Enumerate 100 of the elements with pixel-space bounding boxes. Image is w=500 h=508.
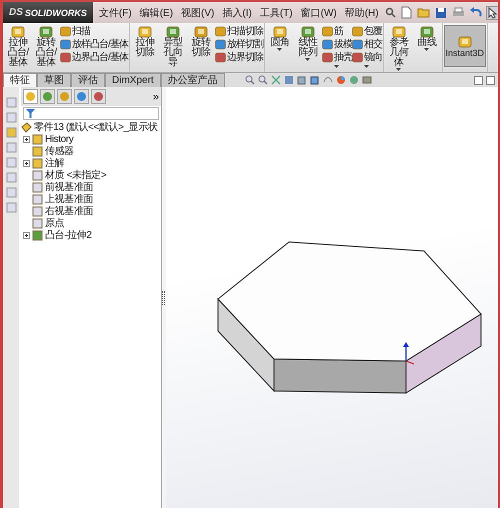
feature-icon bbox=[322, 39, 333, 50]
ribbon-button[interactable]: Instant3D bbox=[444, 25, 486, 67]
panel-tab-icon[interactable] bbox=[91, 89, 106, 104]
panel-tab-icon[interactable] bbox=[74, 89, 89, 104]
menu-item[interactable]: 文件(F) bbox=[98, 6, 132, 20]
feature-icon bbox=[322, 52, 333, 63]
menu-item[interactable]: 插入(I) bbox=[222, 6, 252, 20]
save-icon[interactable] bbox=[434, 6, 447, 18]
feature-icon bbox=[352, 26, 363, 37]
tool-icon[interactable] bbox=[6, 187, 16, 198]
feature-icon bbox=[32, 194, 43, 204]
ribbon-button[interactable]: 扫描 bbox=[60, 25, 128, 38]
ribbon-button[interactable]: 旋转切除 bbox=[186, 25, 215, 58]
expand-icon[interactable] bbox=[23, 136, 30, 142]
tree-item[interactable]: 零件13 (默认<<默认>_显示状 bbox=[21, 121, 158, 133]
ribbon-button[interactable]: 扫描切除 bbox=[214, 25, 263, 38]
tool-icon[interactable] bbox=[6, 127, 16, 138]
expand-icon[interactable] bbox=[23, 160, 30, 166]
tab[interactable]: 办公室产品 bbox=[160, 73, 225, 87]
ribbon-button[interactable]: 边界切除 bbox=[214, 51, 263, 64]
ribbon-button[interactable]: 放样凸台/基体 bbox=[60, 38, 128, 51]
menu-item[interactable]: 工具(T) bbox=[260, 6, 293, 20]
tree-item[interactable]: 原点 bbox=[21, 217, 64, 229]
ribbon-button[interactable]: 镜向 bbox=[352, 51, 382, 64]
tool-icon[interactable] bbox=[6, 142, 16, 153]
feature-icon bbox=[11, 25, 25, 38]
ribbon-button[interactable]: 异型孔向导 bbox=[158, 25, 187, 68]
feature-icon bbox=[60, 52, 71, 63]
ribbon-button[interactable]: 抽壳 bbox=[322, 51, 352, 64]
more-button[interactable]: » bbox=[152, 90, 159, 102]
dropdown-arrow-icon[interactable] bbox=[424, 48, 430, 51]
feature-icon bbox=[32, 134, 43, 144]
ribbon-button[interactable]: 边界凸台/基体 bbox=[60, 51, 128, 64]
feature-icon bbox=[194, 25, 208, 38]
tree-item[interactable]: 凸台-拉伸2 bbox=[21, 229, 92, 241]
dropdown-arrow-icon[interactable] bbox=[277, 48, 282, 51]
tool-icon[interactable] bbox=[6, 112, 16, 123]
undo-icon[interactable] bbox=[470, 7, 482, 18]
ribbon-button[interactable]: 筋 bbox=[322, 25, 352, 38]
tab[interactable]: DimXpert bbox=[105, 73, 161, 87]
tree-item[interactable]: 前视基准面 bbox=[21, 181, 94, 193]
tree-item[interactable]: 上视基准面 bbox=[21, 193, 94, 205]
filter-icon bbox=[26, 109, 35, 118]
ribbon-button[interactable]: 拉伸切除 bbox=[130, 25, 159, 58]
ribbon-button[interactable]: 参考几何体 bbox=[384, 25, 413, 71]
tree-item[interactable]: 右视基准面 bbox=[21, 205, 94, 217]
zoom-icon[interactable] bbox=[244, 75, 255, 85]
ribbon-button[interactable]: 相交 bbox=[352, 38, 382, 51]
dropdown-arrow-icon[interactable] bbox=[396, 68, 402, 71]
tool-icon[interactable] bbox=[6, 157, 16, 168]
zoom-icon[interactable] bbox=[258, 75, 268, 85]
part-icon bbox=[21, 122, 32, 132]
splitter-handle[interactable] bbox=[162, 290, 165, 304]
feature-icon bbox=[32, 158, 43, 168]
feature-icon bbox=[214, 39, 226, 50]
dropdown-arrow-icon[interactable] bbox=[364, 65, 370, 68]
ribbon-button[interactable]: 线性阵列 bbox=[294, 25, 322, 61]
axis-triad-icon bbox=[403, 342, 414, 364]
tab[interactable]: 评估 bbox=[71, 73, 105, 87]
app-logo: DS SOLIDWORKS bbox=[3, 2, 93, 23]
printer-icon[interactable] bbox=[452, 6, 465, 18]
dropdown-arrow-icon[interactable] bbox=[334, 65, 340, 68]
ribbon-button[interactable]: 圆角 bbox=[266, 25, 294, 51]
feature-icon bbox=[392, 25, 406, 38]
tool-icon[interactable] bbox=[6, 97, 16, 108]
dropdown-arrow-icon[interactable] bbox=[305, 58, 310, 61]
tab[interactable]: 草图 bbox=[37, 73, 71, 87]
new-document-icon[interactable] bbox=[400, 6, 412, 19]
panel-tab-icon[interactable] bbox=[40, 89, 55, 104]
tab[interactable]: 特征 bbox=[3, 73, 37, 87]
feature-icon bbox=[138, 25, 152, 38]
tree-item[interactable]: 材质 <未指定> bbox=[21, 169, 106, 181]
ribbon-button[interactable]: 曲线 bbox=[412, 25, 441, 51]
feature-icon bbox=[60, 26, 71, 37]
feature-icon bbox=[458, 34, 472, 48]
tree-item[interactable]: 传感器 bbox=[21, 145, 74, 157]
menu-item[interactable]: 窗口(W) bbox=[300, 6, 337, 20]
feature-icon bbox=[420, 25, 434, 38]
ribbon-button[interactable]: 旋转凸台/基体 bbox=[32, 25, 60, 68]
ribbon-button[interactable]: 拔模 bbox=[322, 38, 352, 51]
menu-item[interactable]: 帮助(H) bbox=[344, 6, 379, 20]
menu-item[interactable]: 视图(V) bbox=[181, 6, 214, 20]
ribbon-button[interactable]: 包覆 bbox=[352, 25, 382, 38]
open-folder-icon[interactable] bbox=[416, 7, 430, 18]
expand-icon[interactable] bbox=[23, 232, 30, 238]
filter-field[interactable] bbox=[23, 107, 159, 120]
tree-item[interactable]: 注解 bbox=[21, 157, 64, 169]
ribbon-button[interactable]: 拉伸凸台/基体 bbox=[4, 25, 32, 68]
tool-icon[interactable] bbox=[6, 172, 16, 183]
tree-item[interactable]: History bbox=[21, 133, 74, 145]
pointer-icon[interactable] bbox=[486, 6, 498, 18]
menu-item[interactable]: 编辑(E) bbox=[140, 6, 174, 20]
feature-icon bbox=[32, 170, 43, 180]
ribbon-button[interactable]: 放样切割 bbox=[214, 38, 263, 51]
tool-icon[interactable] bbox=[6, 202, 16, 213]
feature-icon bbox=[322, 26, 333, 37]
sphere-icon[interactable] bbox=[336, 75, 346, 85]
feature-icon bbox=[60, 39, 71, 50]
panel-tab-icon[interactable] bbox=[23, 89, 38, 104]
search-icon[interactable] bbox=[384, 7, 396, 18]
